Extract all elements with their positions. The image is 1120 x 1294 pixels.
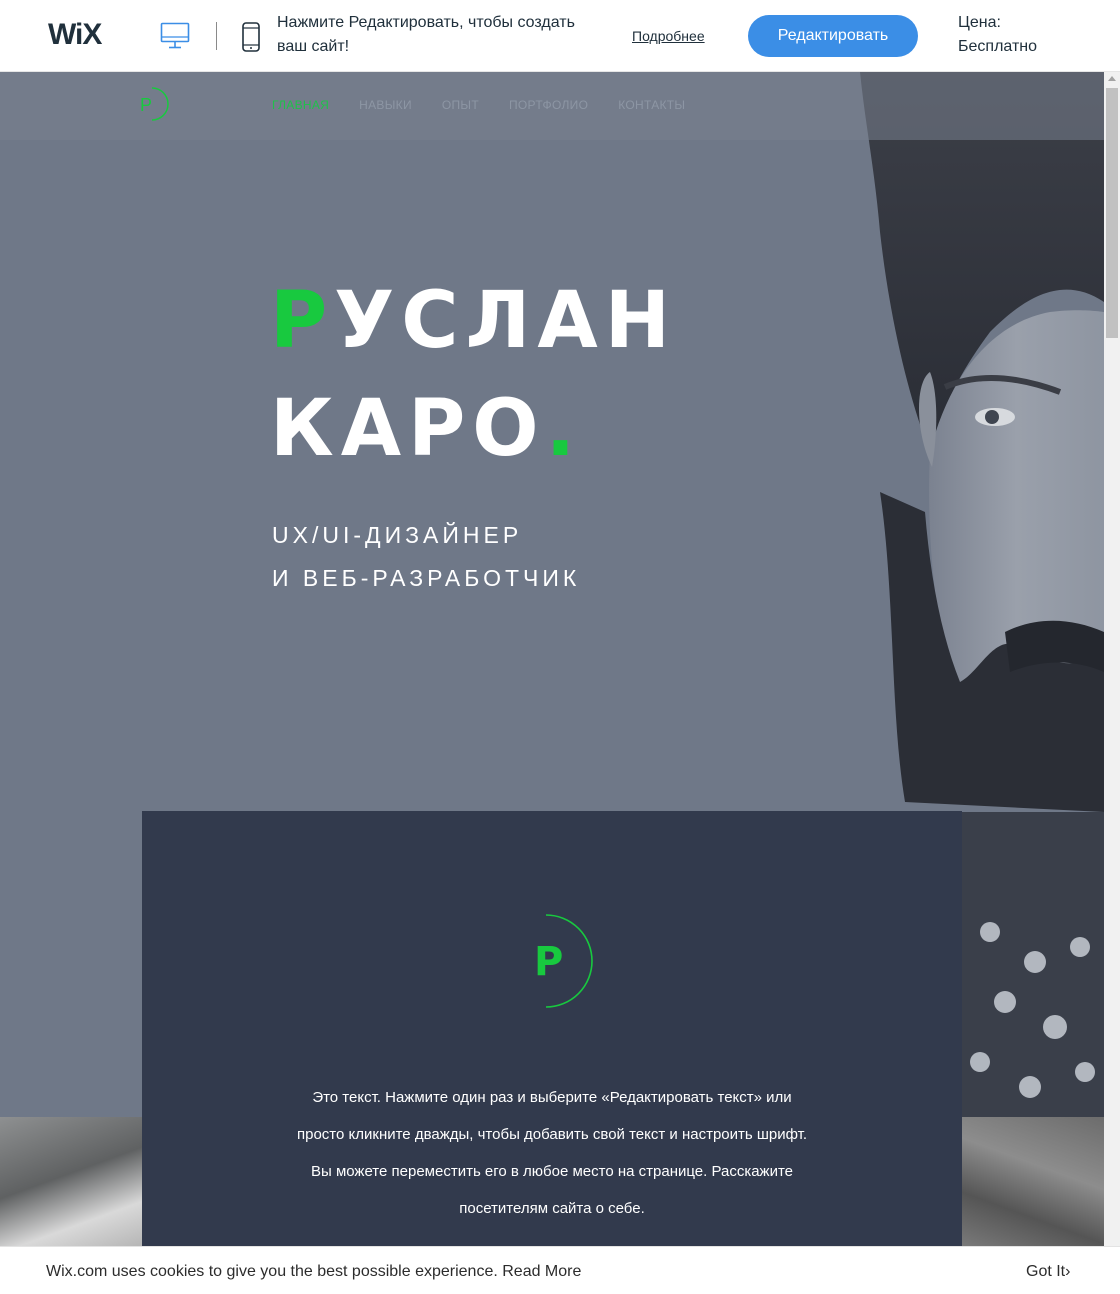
nav-item-portfolio[interactable]: ПОРТФОЛИО	[509, 98, 588, 112]
site-logo[interactable]: P	[134, 82, 174, 126]
hero-name-rest: УСЛАН	[334, 276, 677, 366]
price-value: Бесплатно	[958, 38, 1038, 55]
scroll-thumb[interactable]	[1106, 88, 1118, 338]
hero-surname-text: КАРО	[270, 384, 546, 474]
nav-item-experience[interactable]: ОПЫТ	[442, 98, 479, 112]
cookie-accept-button[interactable]: Got It›	[1026, 1263, 1070, 1281]
site-viewport: P ГЛАВНАЯ НАВЫКИ ОПЫТ ПОРТФОЛИО КОНТАКТЫ…	[0, 72, 1104, 1246]
desktop-icon[interactable]	[160, 22, 190, 50]
hero-name-first-letter: Р	[270, 276, 335, 366]
hero-surname-dot: .	[545, 384, 583, 474]
about-text: Это текст. Нажмите один раз и выберите «…	[297, 1089, 807, 1217]
cookie-banner: Wix.com uses cookies to give you the bes…	[0, 1246, 1120, 1294]
cookie-message: Wix.com uses cookies to give you the bes…	[46, 1263, 581, 1281]
cookie-accept-label: Got It	[1026, 1263, 1066, 1280]
gallery-photo-left	[0, 1117, 142, 1246]
nav-item-skills[interactable]: НАВЫКИ	[359, 98, 412, 112]
mobile-icon[interactable]	[241, 22, 261, 52]
hero-role: UX/UI-ДИЗАЙНЕР И ВЕБ-РАЗРАБОТЧИК	[272, 514, 580, 600]
device-separator	[216, 22, 217, 50]
cookie-message-text: Wix.com uses cookies to give you the bes…	[46, 1263, 498, 1280]
hero-name: РУСЛАН КАРО.	[270, 267, 677, 483]
price-label: Цена:	[958, 14, 1001, 31]
hero-first-name: РУСЛАН	[270, 267, 677, 375]
scroll-up-arrow-icon[interactable]	[1108, 76, 1116, 81]
nav-item-contacts[interactable]: КОНТАКТЫ	[618, 98, 685, 112]
cookie-read-more-link[interactable]: Read More	[502, 1263, 581, 1280]
hero-surname: КАРО.	[270, 375, 677, 483]
about-logo: P	[534, 914, 593, 1008]
hero-role-line1: UX/UI-ДИЗАЙНЕР	[272, 522, 523, 548]
learn-more-link[interactable]: Подробнее	[632, 28, 705, 44]
chevron-right-icon: ›	[1065, 1263, 1071, 1280]
site-logo-letter: P	[140, 95, 152, 115]
nav-item-home[interactable]: ГЛАВНАЯ	[272, 98, 329, 112]
hero-role-line2: И ВЕБ-РАЗРАБОТЧИК	[272, 565, 581, 591]
wix-logo[interactable]: WiX	[48, 18, 102, 52]
site-header: P ГЛАВНАЯ НАВЫКИ ОПЫТ ПОРТФОЛИО КОНТАКТЫ	[0, 72, 1104, 140]
gallery-photo-right	[962, 1117, 1104, 1246]
wix-top-bar: WiX Нажмите Редактировать, чтобы создать…	[0, 0, 1120, 72]
main-nav: ГЛАВНАЯ НАВЫКИ ОПЫТ ПОРТФОЛИО КОНТАКТЫ	[272, 98, 685, 112]
price-info: Цена: Бесплатно	[958, 11, 1037, 59]
about-logo-letter: P	[534, 939, 563, 985]
wix-promo-text: Нажмите Редактировать, чтобы создать ваш…	[277, 14, 575, 55]
page-scrollbar[interactable]	[1104, 72, 1120, 1246]
edit-button[interactable]: Редактировать	[748, 15, 918, 57]
about-card: P Это текст. Нажмите один раз и выберите…	[142, 811, 962, 1246]
